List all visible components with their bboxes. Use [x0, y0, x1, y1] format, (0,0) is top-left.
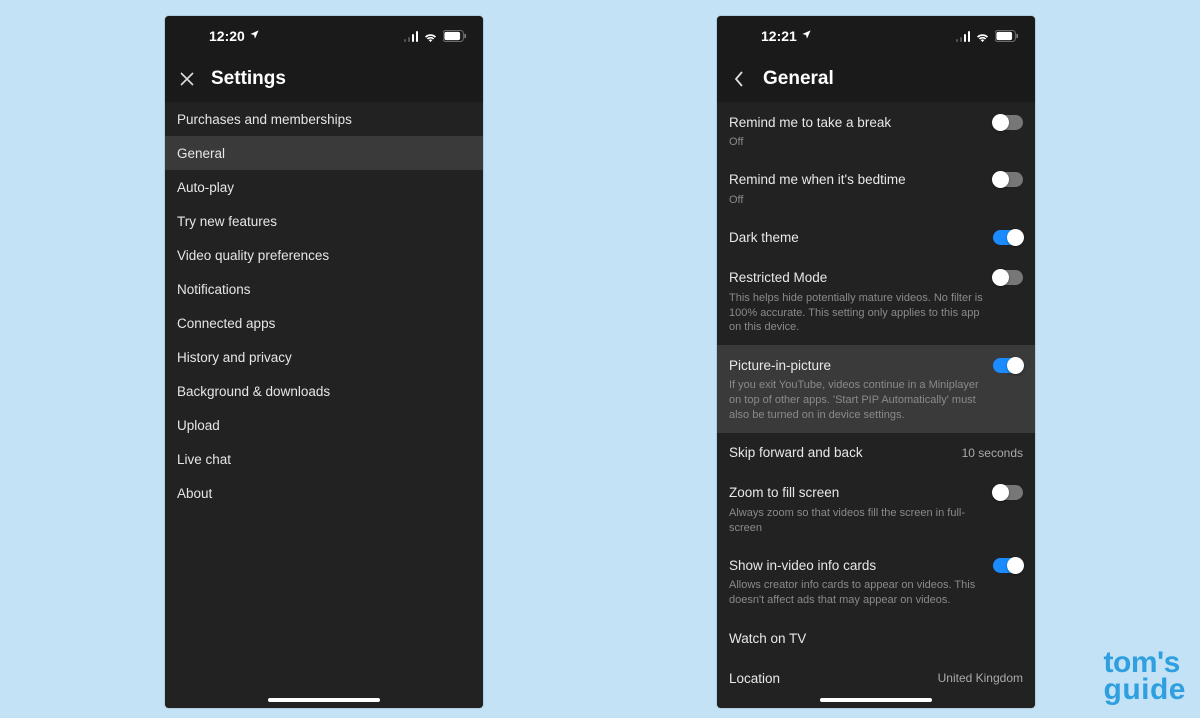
- setting-label: Location: [729, 671, 780, 686]
- settings-menu-item[interactable]: About: [165, 476, 483, 510]
- toggle-switch[interactable]: [993, 115, 1023, 130]
- menu-item-label: Purchases and memberships: [177, 112, 352, 127]
- toggle-switch[interactable]: [993, 558, 1023, 573]
- setting-label: Restricted Mode: [729, 270, 827, 285]
- home-indicator[interactable]: [820, 698, 932, 702]
- setting-row[interactable]: Restricted Mode This helps hide potential…: [717, 258, 1035, 346]
- setting-subtext: Off: [729, 135, 1023, 150]
- page-title: Settings: [211, 68, 286, 90]
- phone-general: 12:21 General Remind me to take a break O…: [717, 16, 1035, 708]
- menu-item-label: History and privacy: [177, 350, 292, 365]
- menu-item-label: General: [177, 146, 225, 161]
- setting-label: Watch on TV: [729, 631, 806, 646]
- settings-menu-item[interactable]: Background & downloads: [165, 374, 483, 408]
- header: Settings: [165, 56, 483, 102]
- setting-row[interactable]: Watch on TV: [717, 618, 1035, 658]
- menu-item-label: Video quality preferences: [177, 248, 329, 263]
- setting-label: Remind me when it's bedtime: [729, 172, 906, 187]
- battery-icon: [995, 30, 1019, 42]
- wifi-icon: [423, 31, 438, 42]
- menu-item-label: Background & downloads: [177, 384, 330, 399]
- back-icon[interactable]: [729, 69, 749, 89]
- general-settings-list[interactable]: Remind me to take a breakOffRemind me wh…: [717, 102, 1035, 708]
- menu-item-label: Auto-play: [177, 180, 234, 195]
- setting-subtext: Allows creator info cards to appear on v…: [729, 578, 1023, 608]
- status-time: 12:21: [761, 28, 797, 44]
- setting-row[interactable]: Dark theme: [717, 218, 1035, 258]
- setting-row[interactable]: Picture-in-picture If you exit YouTube, v…: [717, 345, 1035, 433]
- settings-menu-item[interactable]: History and privacy: [165, 340, 483, 374]
- settings-menu-item[interactable]: Auto-play: [165, 170, 483, 204]
- setting-value: United Kingdom: [938, 671, 1023, 685]
- setting-subtext: Off: [729, 193, 1023, 208]
- status-bar: 12:20: [165, 16, 483, 56]
- setting-subtext: This helps hide potentially mature video…: [729, 291, 1023, 336]
- setting-row[interactable]: Zoom to fill screen Always zoom so that v…: [717, 473, 1035, 546]
- header: General: [717, 56, 1035, 102]
- menu-item-label: About: [177, 486, 212, 501]
- cellular-signal-icon: [404, 31, 419, 42]
- page-title: General: [763, 68, 834, 90]
- setting-row[interactable]: Location United Kingdom: [717, 658, 1035, 698]
- menu-item-label: Upload: [177, 418, 220, 433]
- setting-row[interactable]: Skip forward and back 10 seconds: [717, 433, 1035, 473]
- setting-label: Dark theme: [729, 230, 799, 245]
- setting-subtext: Always zoom so that videos fill the scre…: [729, 506, 1023, 536]
- setting-subtext: If you exit YouTube, videos continue in …: [729, 378, 1023, 423]
- watermark-logo: tom's guide: [1104, 649, 1187, 704]
- settings-menu-item[interactable]: Upload: [165, 408, 483, 442]
- setting-row[interactable]: Remind me when it's bedtime Off: [717, 160, 1035, 218]
- settings-menu-item[interactable]: Notifications: [165, 272, 483, 306]
- settings-menu-item[interactable]: Video quality preferences: [165, 238, 483, 272]
- setting-label: Skip forward and back: [729, 445, 863, 460]
- toggle-switch[interactable]: [993, 230, 1023, 245]
- menu-item-label: Connected apps: [177, 316, 275, 331]
- settings-menu: Purchases and memberships General Auto-pla…: [165, 102, 483, 708]
- toggle-switch[interactable]: [993, 270, 1023, 285]
- setting-row[interactable]: Show in-video info cards Allows creator i…: [717, 545, 1035, 618]
- settings-menu-item[interactable]: Try new features: [165, 204, 483, 238]
- location-services-icon: [801, 29, 812, 43]
- settings-menu-item[interactable]: Purchases and memberships: [165, 102, 483, 136]
- cellular-signal-icon: [956, 31, 971, 42]
- settings-menu-item[interactable]: Connected apps: [165, 306, 483, 340]
- location-services-icon: [249, 29, 260, 43]
- setting-row[interactable]: Remind me to take a break Off: [717, 102, 1035, 160]
- wifi-icon: [975, 31, 990, 42]
- phone-settings: 12:20 Settings Purchases and memberships…: [165, 16, 483, 708]
- setting-value: 10 seconds: [962, 446, 1023, 460]
- settings-menu-item[interactable]: Live chat: [165, 442, 483, 476]
- setting-label: Zoom to fill screen: [729, 485, 839, 500]
- menu-item-label: Try new features: [177, 214, 277, 229]
- home-indicator[interactable]: [268, 698, 380, 702]
- toggle-switch[interactable]: [993, 485, 1023, 500]
- menu-item-label: Notifications: [177, 282, 251, 297]
- setting-label: Remind me to take a break: [729, 115, 891, 130]
- toggle-switch[interactable]: [993, 172, 1023, 187]
- toggle-switch[interactable]: [993, 358, 1023, 373]
- setting-label: Show in-video info cards: [729, 558, 876, 573]
- battery-icon: [443, 30, 467, 42]
- settings-menu-item[interactable]: General: [165, 136, 483, 170]
- close-icon[interactable]: [177, 69, 197, 89]
- status-time: 12:20: [209, 28, 245, 44]
- setting-label: Picture-in-picture: [729, 358, 831, 373]
- menu-item-label: Live chat: [177, 452, 231, 467]
- status-bar: 12:21: [717, 16, 1035, 56]
